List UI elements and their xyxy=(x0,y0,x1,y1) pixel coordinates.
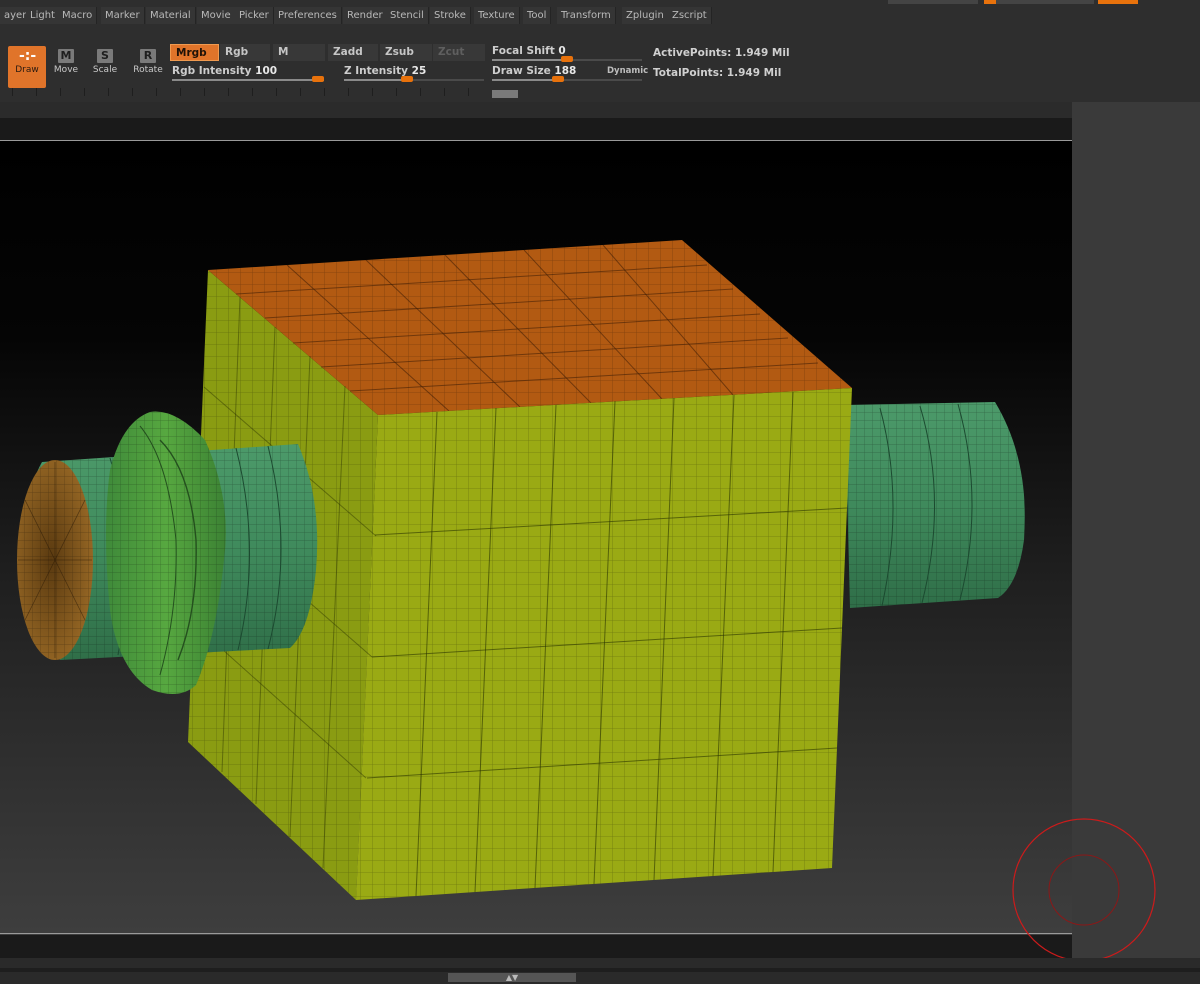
rgb-intensity-label: Rgb Intensity xyxy=(172,65,252,77)
move-icon: M xyxy=(58,49,74,63)
focal-shift-knob[interactable] xyxy=(561,56,573,62)
menu-stencil[interactable]: Stencil xyxy=(386,7,429,24)
rotate-button[interactable]: R Rotate xyxy=(129,46,167,88)
rgb-intensity-fill xyxy=(172,79,324,81)
draw-size-fill xyxy=(492,79,558,81)
menu-macro[interactable]: Macro xyxy=(58,7,98,24)
menu-bar: ayer Light Macro Marker Material Movie P… xyxy=(0,0,1200,32)
bottom-tray-handle[interactable]: ▲▼ xyxy=(448,973,576,982)
top-right-slider[interactable] xyxy=(984,0,1094,4)
draw-size-slider[interactable]: Draw Size 188 xyxy=(492,65,576,77)
draw-size-knob[interactable] xyxy=(552,76,564,82)
menu-movie[interactable]: Movie xyxy=(197,7,236,24)
focal-shift-fill xyxy=(492,59,567,61)
menu-picker[interactable]: Picker xyxy=(235,7,274,24)
menu-preferences[interactable]: Preferences xyxy=(274,7,342,24)
z-intensity-fill xyxy=(344,79,407,81)
focal-shift-slider[interactable]: Focal Shift 0 xyxy=(492,45,566,57)
top-right-orange-button[interactable] xyxy=(1098,0,1138,4)
draw-button[interactable]: -:- Draw xyxy=(8,46,46,88)
tray-toggle-icon: ▲▼ xyxy=(505,973,519,982)
menu-texture[interactable]: Texture xyxy=(474,7,520,24)
draw-crosshair-icon: -:- xyxy=(19,48,37,64)
rgb-intensity-knob[interactable] xyxy=(312,76,324,82)
menu-marker[interactable]: Marker xyxy=(101,7,145,24)
rgb-intensity-track[interactable] xyxy=(172,76,324,82)
rgb-toggle[interactable]: Rgb xyxy=(220,44,270,61)
m-toggle[interactable]: M xyxy=(273,44,325,61)
menu-material[interactable]: Material xyxy=(146,7,196,24)
z-intensity-track[interactable] xyxy=(344,76,484,82)
z-intensity-slider[interactable]: Z Intensity 25 xyxy=(344,65,426,77)
menu-light[interactable]: Light xyxy=(26,7,60,24)
menu-zplugin[interactable]: Zplugin xyxy=(622,7,669,24)
draw-label: Draw xyxy=(15,65,39,75)
dynamic-toggle[interactable]: Dynamic xyxy=(607,66,648,76)
rotate-icon: R xyxy=(140,49,156,63)
shelf-scroll-handle[interactable] xyxy=(492,90,518,98)
canvas-bottom-border xyxy=(0,933,1072,934)
menu-render[interactable]: Render xyxy=(343,7,388,24)
bottom-divider xyxy=(0,968,1200,972)
zcut-toggle[interactable]: Zcut xyxy=(433,44,485,61)
brush-outer-ring xyxy=(1012,818,1156,962)
draw-size-track[interactable] xyxy=(492,76,642,82)
menu-zscript[interactable]: Zscript xyxy=(668,7,712,24)
mrgb-toggle[interactable]: Mrgb xyxy=(170,44,219,61)
zadd-toggle[interactable]: Zadd xyxy=(328,44,378,61)
z-intensity-knob[interactable] xyxy=(401,76,413,82)
focal-shift-label: Focal Shift xyxy=(492,45,555,57)
scale-icon: S xyxy=(97,49,113,63)
top-right-slider-knob[interactable] xyxy=(984,0,996,4)
scale-label: Scale xyxy=(92,65,118,75)
move-label: Move xyxy=(53,65,79,75)
menu-transform[interactable]: Transform xyxy=(557,7,616,24)
active-points-readout: ActivePoints: 1.949 Mil xyxy=(653,47,790,59)
cylinder-end-cap xyxy=(17,460,93,660)
brush-inner-ring xyxy=(1048,854,1120,926)
z-intensity-label: Z Intensity xyxy=(344,65,408,77)
rgb-intensity-slider[interactable]: Rgb Intensity 100 xyxy=(172,65,277,77)
rotate-label: Rotate xyxy=(133,65,163,75)
z-intensity-value: 25 xyxy=(411,65,427,77)
move-button[interactable]: M Move xyxy=(47,46,85,88)
document-canvas[interactable] xyxy=(0,140,1072,935)
rgb-intensity-value: 100 xyxy=(255,65,278,77)
scale-button[interactable]: S Scale xyxy=(86,46,124,88)
draw-size-label: Draw Size xyxy=(492,65,551,77)
brush-cursor xyxy=(1012,818,1156,962)
focal-shift-track[interactable] xyxy=(492,56,642,62)
top-right-control[interactable] xyxy=(888,0,978,4)
zsub-toggle[interactable]: Zsub xyxy=(380,44,432,61)
right-cylinder xyxy=(845,402,1025,608)
scene-svg[interactable] xyxy=(0,140,1072,935)
top-shelf: -:- Draw M Move S Scale R Rotate Mrgb Rg… xyxy=(0,32,1200,102)
menu-tool[interactable]: Tool xyxy=(523,7,552,24)
total-points-readout: TotalPoints: 1.949 Mil xyxy=(653,67,782,79)
canvas-top-border xyxy=(0,140,1072,141)
shelf-ruler xyxy=(0,88,490,96)
menu-stroke[interactable]: Stroke xyxy=(430,7,471,24)
